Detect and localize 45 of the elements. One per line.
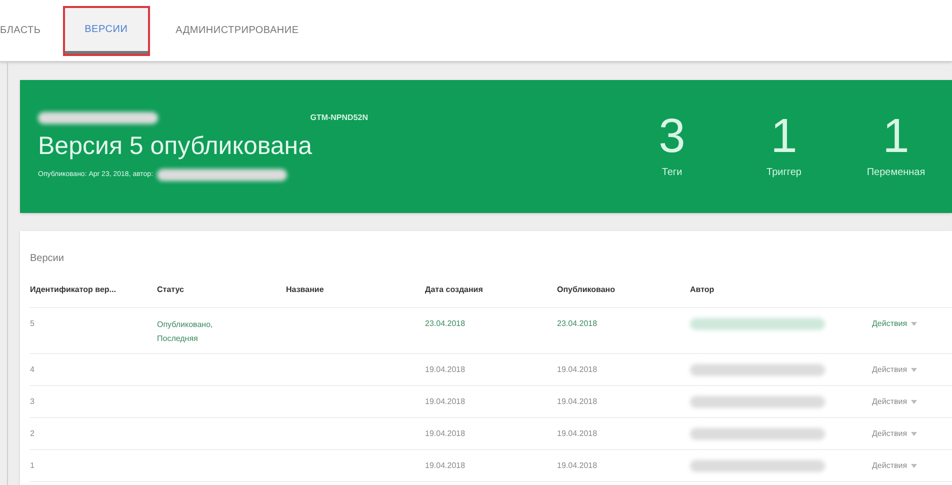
caret-icon (911, 464, 918, 468)
stat-label: Триггер (766, 166, 802, 180)
tab[interactable]: АДМИНИСТРИРОВАНИЕ (156, 8, 319, 54)
table-cell-text: 23.04.2018 (557, 318, 598, 330)
caret-icon (911, 400, 918, 404)
stat-label: Переменная (866, 166, 926, 180)
status-text: Последняя (157, 333, 199, 345)
stat-count: 1 (770, 113, 798, 161)
actions-menu[interactable]: Действия (872, 364, 918, 376)
tab[interactable]: ВЕРСИИ (64, 8, 148, 54)
table-cell-text: 19.04.2018 (557, 396, 598, 408)
actions-menu[interactable]: Действия (872, 318, 918, 330)
caret-icon (911, 322, 918, 326)
table-cell-text: 23.04.2018 (425, 318, 466, 330)
actions-menu[interactable]: Действия (872, 460, 918, 472)
column-header: Статус (157, 284, 185, 296)
column-header: Идентификатор вер... (30, 284, 117, 296)
table-cell-text: 2 (30, 428, 36, 440)
stat-count: 3 (658, 113, 686, 161)
tab[interactable]: БЛАСТЬ (0, 8, 57, 54)
banner-title: Версия 5 опубликована (38, 130, 313, 162)
actions-menu[interactable]: Действия (872, 428, 918, 440)
caret-icon (911, 432, 918, 436)
caret-icon (911, 368, 918, 372)
actions-menu[interactable]: Действия (872, 396, 918, 408)
table-cell-text: 19.04.2018 (557, 428, 598, 440)
table-cell-text: 1 (30, 460, 36, 472)
table-cell-text: 19.04.2018 (557, 364, 598, 376)
table-cell-text: 4 (30, 364, 36, 376)
table-cell-text: 19.04.2018 (557, 460, 598, 472)
table-cell-text: 19.04.2018 (425, 396, 466, 408)
status-text: Опубликовано, (157, 319, 214, 331)
table-cell-text: 3 (30, 396, 36, 408)
column-header: Дата создания (425, 284, 484, 296)
stat-count: 1 (882, 113, 910, 161)
table-cell-text: 19.04.2018 (425, 460, 466, 472)
column-header: Автор (690, 284, 716, 296)
column-header: Название (286, 284, 325, 296)
stat-label: Теги (662, 166, 682, 180)
table-cell-text: 19.04.2018 (425, 428, 466, 440)
card-title: Версии (30, 252, 64, 266)
column-header: Опубликовано (557, 284, 616, 296)
table-cell-text: 19.04.2018 (425, 364, 466, 376)
container-id: GTM-NPND52N (310, 112, 368, 124)
table-cell-text: 5 (30, 318, 36, 330)
